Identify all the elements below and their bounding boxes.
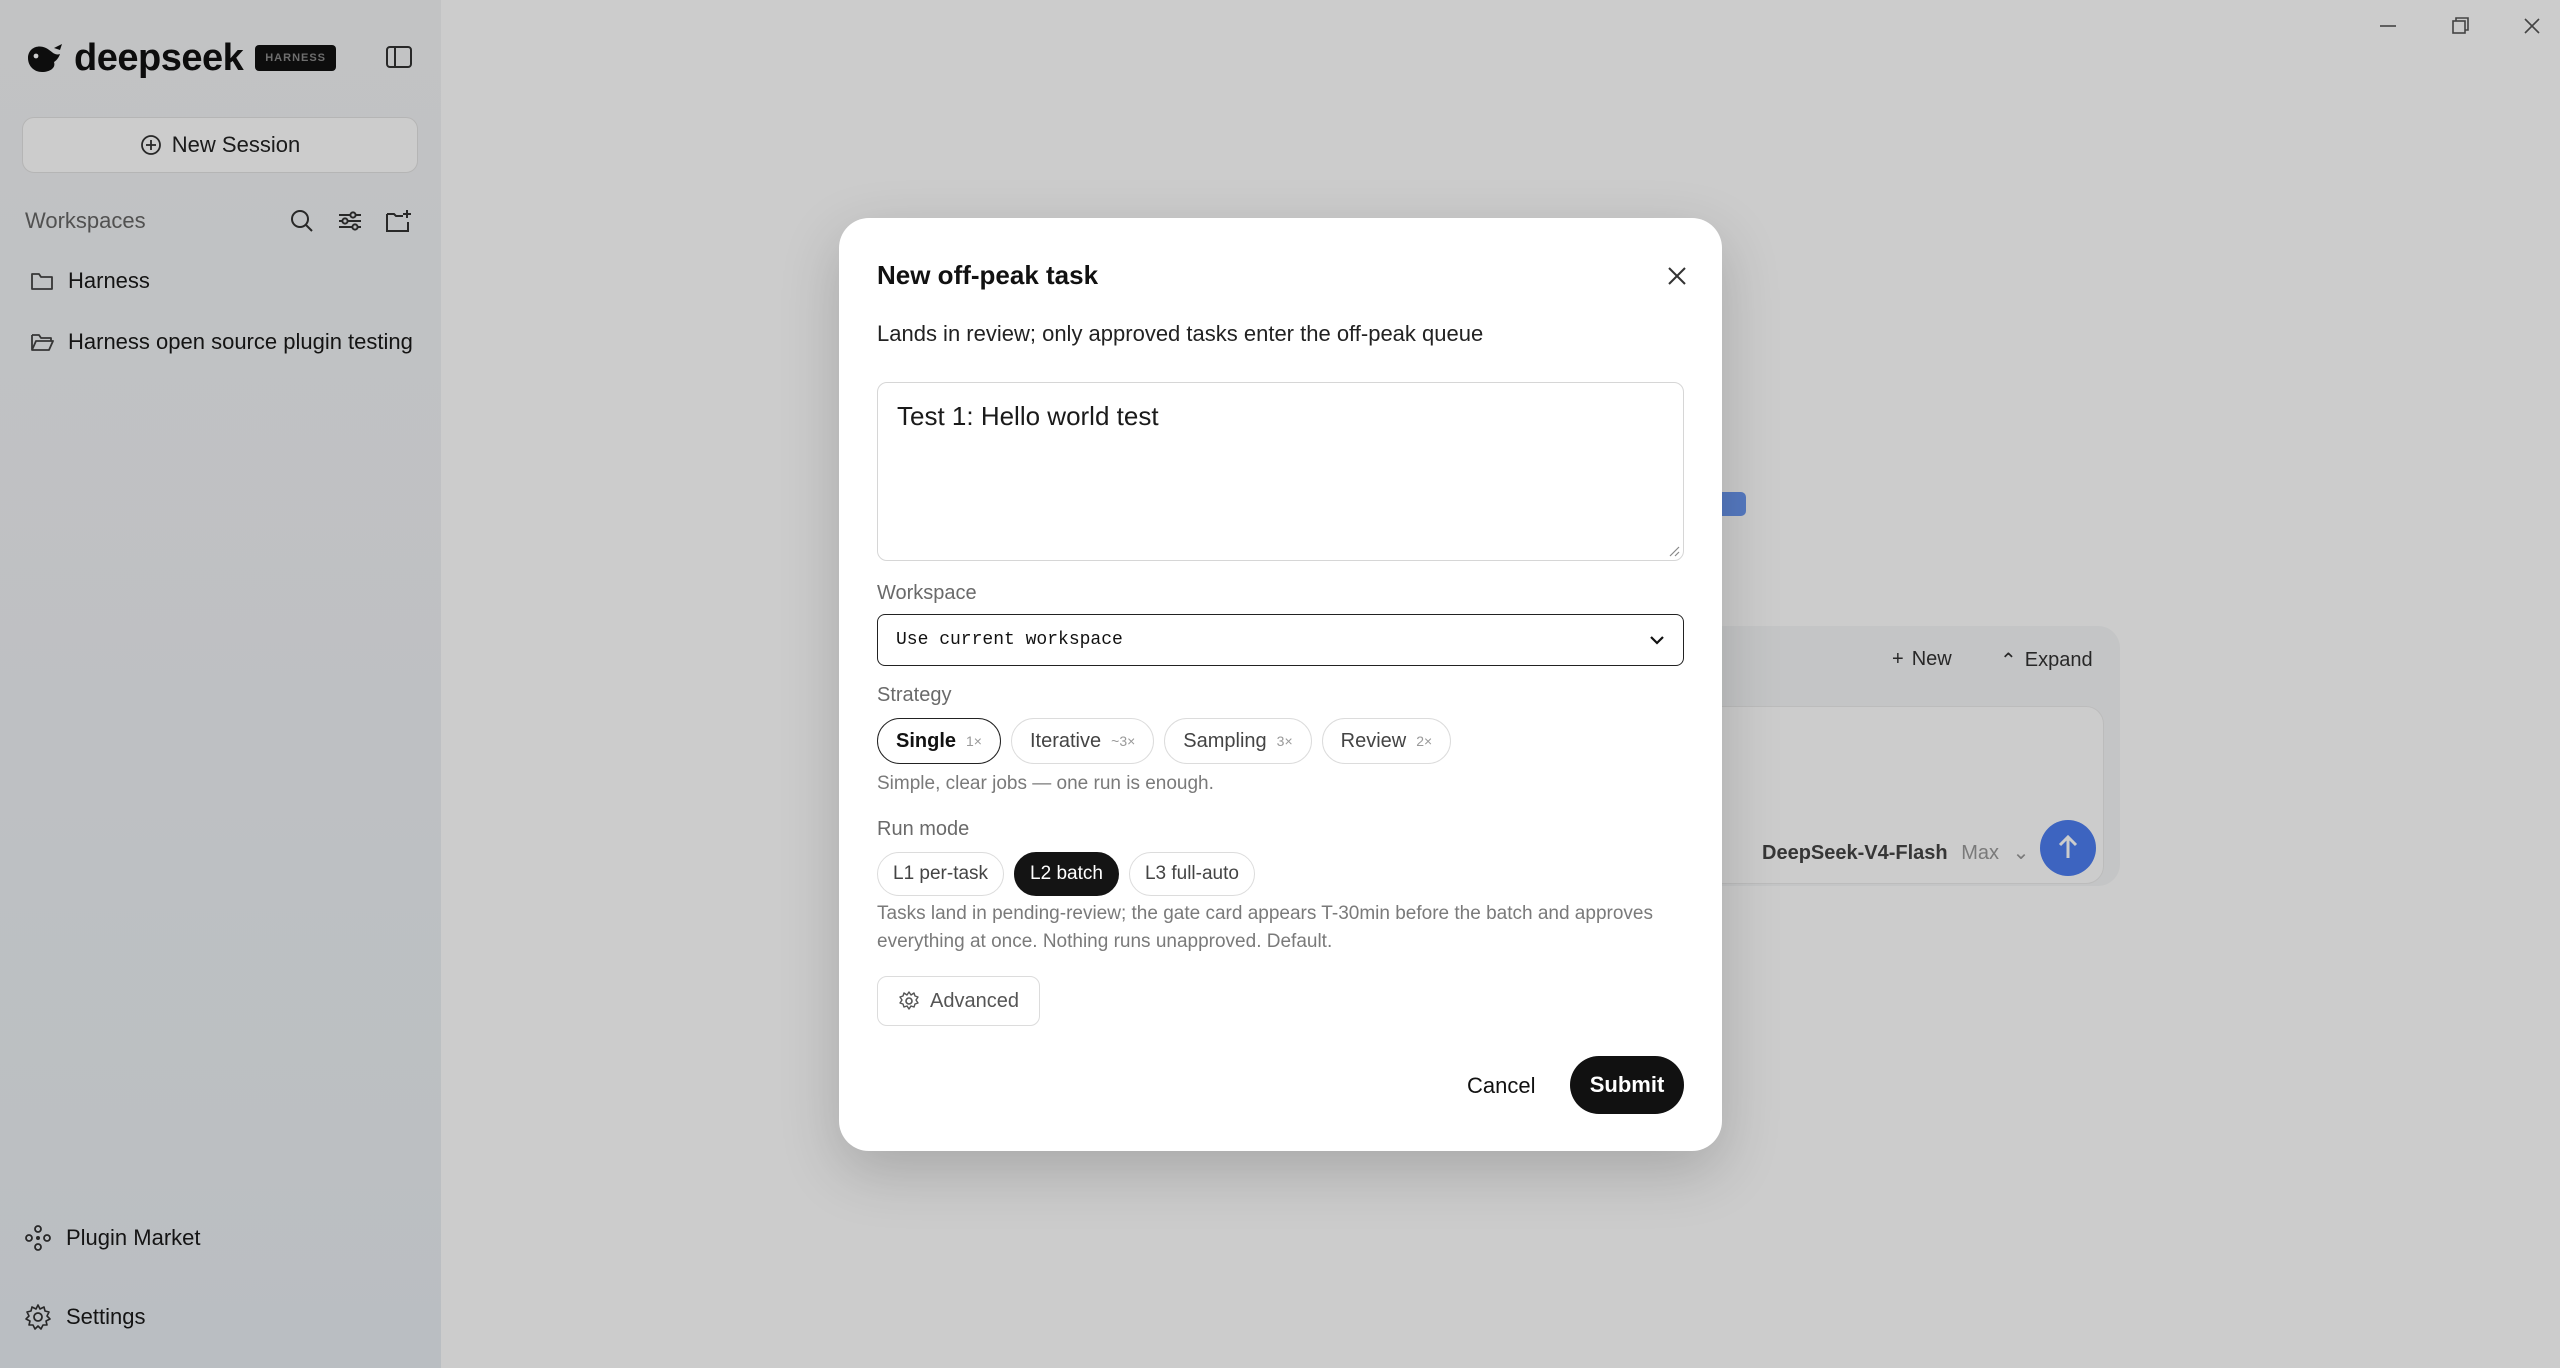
strategy-multiplier: 1× — [966, 733, 982, 749]
strategy-options: Single 1× Iterative ~3× Sampling 3× Revi… — [877, 718, 1452, 764]
submit-button[interactable]: Submit — [1570, 1056, 1684, 1114]
workspace-select-value: Use current workspace — [896, 630, 1123, 650]
run-mode-hint: Tasks land in pending-review; the gate c… — [877, 903, 1653, 952]
strategy-label: Strategy — [877, 684, 952, 706]
strategy-option-review[interactable]: Review 2× — [1321, 718, 1452, 764]
strategy-option-label: Iterative — [1029, 729, 1102, 752]
run-mode-l3[interactable]: L3 full-auto — [1128, 852, 1255, 896]
strategy-option-label: Sampling — [1183, 729, 1267, 752]
close-icon[interactable] — [1659, 258, 1695, 294]
resize-grip-icon[interactable] — [1668, 545, 1680, 557]
cancel-button[interactable]: Cancel — [1467, 1068, 1535, 1104]
advanced-label: Advanced — [930, 989, 1019, 1012]
run-mode-options: L1 per-task L2 batch L3 full-auto — [877, 852, 1255, 896]
dialog-title: New off-peak task — [877, 260, 1099, 290]
workspace-select[interactable]: Use current workspace — [877, 614, 1684, 666]
chevron-down-icon — [1650, 636, 1664, 645]
run-mode-l2[interactable]: L2 batch — [1014, 852, 1119, 896]
gear-icon — [899, 991, 919, 1010]
dialog-subtitle: Lands in review; only approved tasks ent… — [877, 321, 1484, 346]
strategy-option-single[interactable]: Single 1× — [877, 718, 1001, 764]
workspace-label: Workspace — [877, 582, 977, 604]
strategy-multiplier: 2× — [1416, 733, 1433, 749]
strategy-option-sampling[interactable]: Sampling 3× — [1164, 718, 1312, 764]
run-mode-label: Run mode — [877, 818, 970, 840]
task-description-input[interactable]: Test 1: Hello world test — [877, 382, 1684, 561]
run-mode-l1[interactable]: L1 per-task — [877, 852, 1005, 896]
advanced-button[interactable]: Advanced — [877, 976, 1040, 1026]
strategy-multiplier: ~3× — [1111, 733, 1136, 749]
strategy-option-label: Review — [1340, 729, 1407, 752]
strategy-multiplier: 3× — [1276, 733, 1293, 749]
new-task-dialog: New off-peak task Lands in review; only … — [839, 218, 1722, 1151]
strategy-hint: Simple, clear jobs — one run is enough. — [877, 773, 1214, 794]
strategy-option-label: Single — [896, 729, 957, 752]
strategy-option-iterative[interactable]: Iterative ~3× — [1010, 718, 1155, 764]
